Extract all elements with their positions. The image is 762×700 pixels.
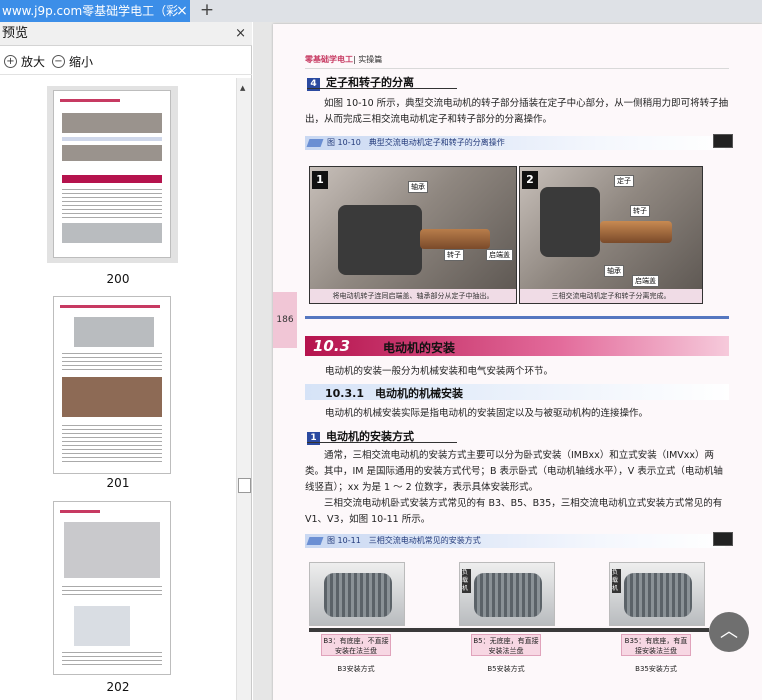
pdf-page: 零基础学电工| 实操篇 4 定子和转子的分离 如图 10-10 所示，典型交流电动… xyxy=(273,24,762,700)
page-header: 零基础学电工| 实操篇 xyxy=(305,55,383,64)
tag-rotor: 转子 xyxy=(444,249,464,261)
preview-header: 预览 × xyxy=(0,22,252,46)
mount-photo-b3 xyxy=(309,562,405,626)
section-banner xyxy=(305,336,729,356)
tag-end-cover-2: 启端盖 xyxy=(632,275,659,287)
mount-label-b3: B3安装方式 xyxy=(337,665,375,673)
zoom-in-icon: + xyxy=(4,55,17,68)
thumbnail-label-201: 201 xyxy=(106,476,130,490)
figure-10-11-caption: 图 10-11 三相交流电动机常见的安装方式 xyxy=(305,534,725,548)
tab-bar: www.j9p.com零基础学电工（彩 × + xyxy=(0,0,762,22)
mount-caption-b35: B35：有底座，有直接安装法兰盘 xyxy=(621,634,691,656)
mount-caption-b3: B3：有底座，不直接安装在法兰盘 xyxy=(321,634,391,656)
paragraph-install-intro: 电动机的安装一般分为机械安装和电气安装两个环节。 xyxy=(325,366,554,377)
new-tab-button[interactable]: + xyxy=(198,0,216,22)
monitor-icon-2 xyxy=(713,532,733,546)
thumbnail-page-200[interactable] xyxy=(53,90,171,258)
tag-bearing: 轴承 xyxy=(408,181,428,193)
thumbnail-page-202[interactable] xyxy=(53,501,171,675)
zoom-out-label: 缩小 xyxy=(69,55,94,69)
tag-rotor-2: 转子 xyxy=(630,205,650,217)
tag-end-cover: 启端盖 xyxy=(486,249,513,261)
zoom-out-icon: − xyxy=(52,55,65,68)
tag-stator: 定子 xyxy=(614,175,634,187)
mount-photo-b35: 负载机 xyxy=(609,562,705,626)
document-tab[interactable]: www.j9p.com零基础学电工（彩 × xyxy=(0,0,190,22)
step-badge-2: 2 xyxy=(522,171,538,189)
paragraph-mechanical: 电动机的机械安装实际是指电动机的安装固定以及与被驱动机构的连接操作。 xyxy=(325,408,649,419)
zoom-in-button[interactable]: + 放大 xyxy=(4,53,45,70)
thumbnail-scrollbar[interactable]: ▲ xyxy=(236,78,251,700)
paragraph-common-mounts: 三相交流电动机卧式安装方式常见的有 B3、B5、B35，三相交流电动机立式安装方… xyxy=(305,498,723,525)
step-badge-1: 1 xyxy=(312,171,328,189)
photo-caption-1: 将电动机转子连同启端盖、轴承部分从定子中抽出。 xyxy=(310,289,516,303)
photo-rotor-removal: 1 轴承 转子 启端盖 将电动机转子连同启端盖、轴承部分从定子中抽出。 xyxy=(309,166,517,304)
photo-separation-complete: 2 定子 转子 轴承 启端盖 三相交流电动机定子和转子分离完成。 xyxy=(519,166,703,304)
thumbnail-list: 200 201 202 xyxy=(0,78,236,700)
monitor-icon xyxy=(713,134,733,148)
thumbnail-label-200: 200 xyxy=(106,272,130,286)
thumbnail-label-202: 202 xyxy=(106,680,130,694)
tab-title: www.j9p.com零基础学电工（彩 xyxy=(2,4,179,18)
mount-label-b5: B5安装方式 xyxy=(487,665,525,673)
paragraph-separation: 如图 10-10 所示，典型交流电动机的转子部分插装在定子中心部分，从一侧稍用力… xyxy=(305,98,729,125)
scrollbar-thumb[interactable] xyxy=(238,478,251,493)
photo-caption-2: 三相交流电动机定子和转子分离完成。 xyxy=(520,289,702,303)
thumbnail-page-201[interactable] xyxy=(53,296,171,474)
mount-label-b35: B35安装方式 xyxy=(635,665,677,673)
preview-panel: 预览 × + 放大 − 缩小 200 201 202 ▲ xyxy=(0,22,252,700)
mount-photo-b5: 负载机 xyxy=(459,562,555,626)
section-number: 10.3 xyxy=(313,337,351,355)
close-preview-icon[interactable]: × xyxy=(235,22,246,46)
section-title: 电动机的安装 xyxy=(383,341,456,355)
tag-bearing-2: 轴承 xyxy=(604,265,624,277)
page-number-tab: 186 xyxy=(273,292,297,348)
zoom-out-button[interactable]: − 缩小 xyxy=(52,53,93,70)
preview-toolbar: + 放大 − 缩小 xyxy=(0,47,252,75)
document-view[interactable]: 零基础学电工| 实操篇 4 定子和转子的分离 如图 10-10 所示，典型交流电动… xyxy=(253,22,762,700)
figure-10-10-caption: 图 10-10 典型交流电动机定子和转子的分离操作 xyxy=(305,136,725,150)
paragraph-mount-types: 通常，三相交流电动机的安装方式主要可以分为卧式安装（IMBxx）和立式安装（IM… xyxy=(305,450,723,493)
mount-caption-b5: B5：无底座，有直接安装法兰盘 xyxy=(471,634,541,656)
chevron-up-icon: ︿ xyxy=(720,621,738,642)
close-tab-icon[interactable]: × xyxy=(174,0,190,22)
preview-title: 预览 xyxy=(2,26,29,41)
scroll-up-arrow-icon[interactable]: ▲ xyxy=(240,84,245,92)
zoom-in-label: 放大 xyxy=(21,55,46,69)
subsection-10-3-1: 10.3.1 电动机的机械安装 xyxy=(325,387,463,400)
scroll-to-top-button[interactable]: ︿ xyxy=(709,612,749,652)
